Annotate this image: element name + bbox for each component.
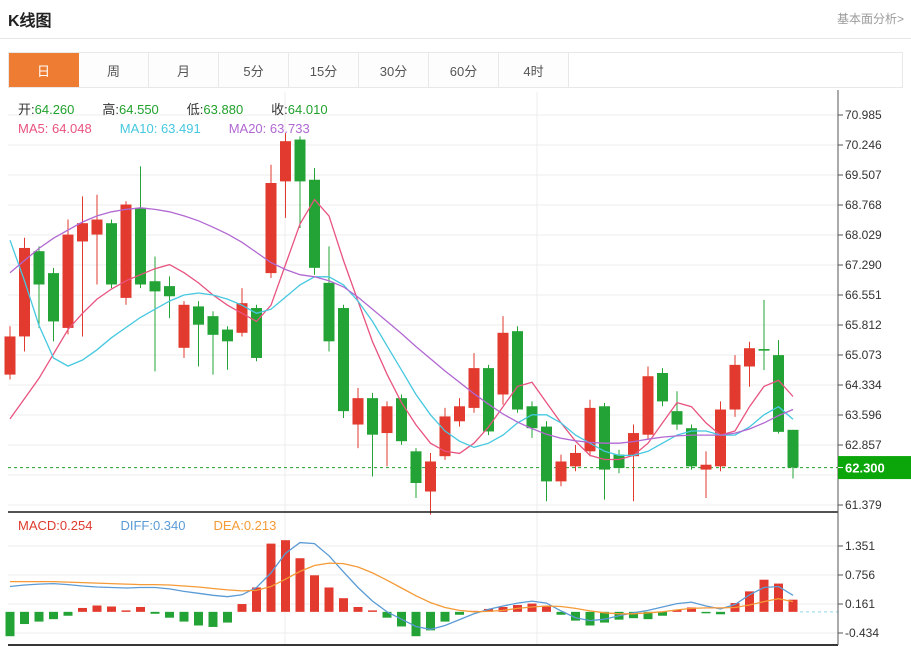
tab-month[interactable]: 月 bbox=[149, 53, 219, 87]
svg-text:0.756: 0.756 bbox=[845, 568, 875, 582]
dea-label: DEA: bbox=[213, 518, 243, 533]
ma20-value: 63.733 bbox=[270, 121, 310, 136]
tabbar-filler bbox=[569, 53, 902, 87]
tab-60min[interactable]: 60分 bbox=[429, 53, 499, 87]
ohlc-legend: 开:64.260 高:64.550 低:63.880 收:64.010 bbox=[18, 99, 356, 118]
open-label: 开: bbox=[18, 102, 35, 117]
svg-text:62.857: 62.857 bbox=[845, 438, 882, 452]
ma-legend: MA5: 64.048 MA10: 63.491 MA20: 63.733 bbox=[18, 121, 338, 136]
tab-30min[interactable]: 30分 bbox=[359, 53, 429, 87]
svg-text:61.379: 61.379 bbox=[845, 498, 882, 512]
svg-text:1.351: 1.351 bbox=[845, 539, 875, 553]
svg-text:66.551: 66.551 bbox=[845, 288, 882, 302]
svg-text:67.290: 67.290 bbox=[845, 258, 882, 272]
svg-text:63.596: 63.596 bbox=[845, 408, 882, 422]
kline-chart-canvas[interactable]: 70.985 70.246 69.507 68.768 68.029 67.290 66.5… bbox=[0, 0, 911, 647]
svg-text:69.507: 69.507 bbox=[845, 168, 882, 182]
header-divider bbox=[0, 38, 911, 39]
svg-text:68.029: 68.029 bbox=[845, 228, 882, 242]
svg-text:70.985: 70.985 bbox=[845, 108, 882, 122]
close-value: 64.010 bbox=[288, 102, 328, 117]
svg-text:65.073: 65.073 bbox=[845, 348, 882, 362]
ma10-label: MA10: bbox=[120, 121, 158, 136]
candles-layer bbox=[5, 133, 799, 515]
page-title: K线图 bbox=[8, 7, 52, 31]
svg-text:70.246: 70.246 bbox=[845, 138, 882, 152]
svg-text:62.300: 62.300 bbox=[845, 461, 885, 476]
tab-4hour[interactable]: 4时 bbox=[499, 53, 569, 87]
high-value: 64.550 bbox=[119, 102, 159, 117]
macd-value: 0.254 bbox=[60, 518, 93, 533]
macd-legend: MACD:0.254 DIFF:0.340 DEA:0.213 bbox=[18, 518, 304, 533]
svg-text:64.334: 64.334 bbox=[845, 378, 882, 392]
diff-value: 0.340 bbox=[153, 518, 186, 533]
svg-text:65.812: 65.812 bbox=[845, 318, 882, 332]
grid-layer bbox=[8, 92, 838, 644]
tab-week[interactable]: 周 bbox=[79, 53, 149, 87]
tab-day[interactable]: 日 bbox=[9, 53, 79, 87]
ma10-value: 63.491 bbox=[161, 121, 201, 136]
ma5-label: MA5: bbox=[18, 121, 48, 136]
diff-label: DIFF: bbox=[120, 518, 153, 533]
period-tabbar: 日 周 月 5分 15分 30分 60分 4时 bbox=[8, 52, 903, 88]
tab-5min[interactable]: 5分 bbox=[219, 53, 289, 87]
panel-borders bbox=[8, 90, 838, 645]
ma20-label: MA20: bbox=[229, 121, 267, 136]
open-value: 64.260 bbox=[35, 102, 75, 117]
dea-value: 0.213 bbox=[244, 518, 277, 533]
svg-text:0.161: 0.161 bbox=[845, 597, 875, 611]
svg-text:68.768: 68.768 bbox=[845, 198, 882, 212]
high-label: 高: bbox=[102, 102, 119, 117]
low-label: 低: bbox=[187, 102, 204, 117]
y-axis-labels: 70.985 70.246 69.507 68.768 68.029 67.290 66.5… bbox=[838, 108, 882, 640]
low-value: 63.880 bbox=[203, 102, 243, 117]
macd-label: MACD: bbox=[18, 518, 60, 533]
svg-text:-0.434: -0.434 bbox=[845, 626, 879, 640]
current-price-marker: 62.300 bbox=[838, 456, 911, 479]
ma5-value: 64.048 bbox=[52, 121, 92, 136]
close-label: 收: bbox=[271, 102, 288, 117]
fundamental-analysis-link[interactable]: 基本面分析> bbox=[837, 10, 904, 27]
tab-15min[interactable]: 15分 bbox=[289, 53, 359, 87]
